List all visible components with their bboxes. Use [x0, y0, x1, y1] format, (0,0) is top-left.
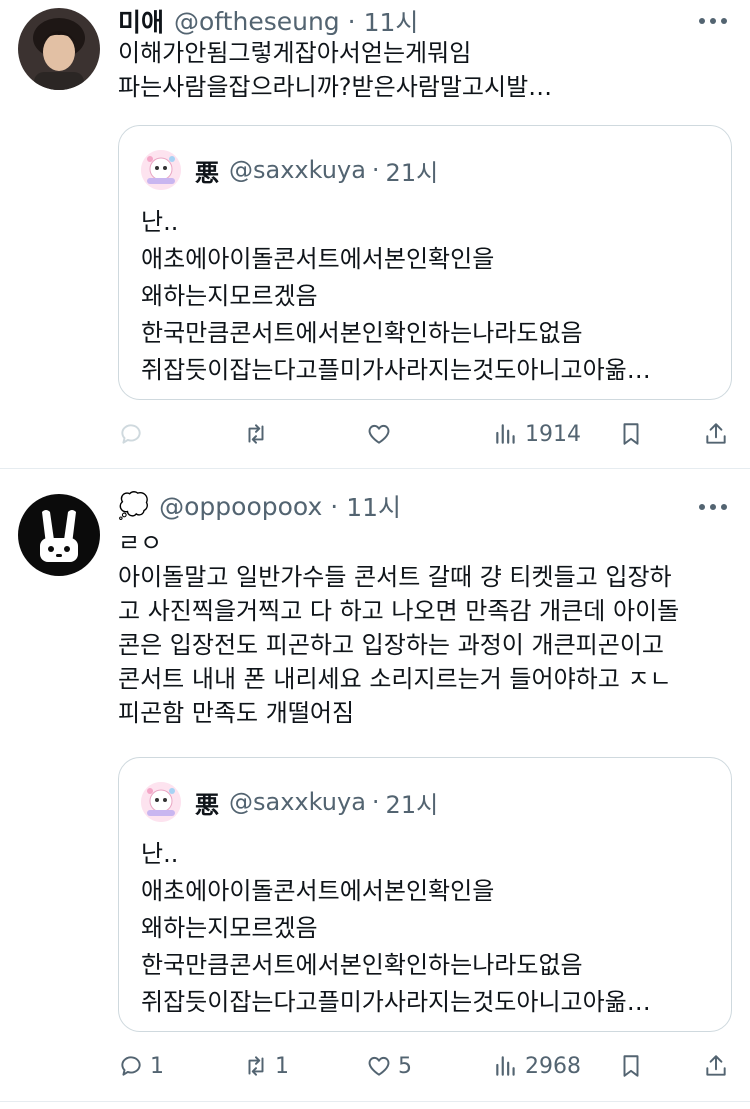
retweet-count: 1	[275, 1053, 289, 1079]
separator-dot: ·	[371, 788, 380, 816]
views-count: 2968	[525, 1053, 581, 1079]
bookmark-button[interactable]	[618, 414, 644, 454]
tweet-text-line: 콘서트 내내 폰 내리세요 소리지르는거 들어야하고 ㅈㄴ	[118, 665, 672, 693]
timestamp[interactable]: 11시	[346, 488, 401, 524]
tweet[interactable]: 💭 @oppoopoox · 11시 ㄹㅇ 아이돌말고 일반가수들 콘서트 갈때…	[0, 468, 750, 1109]
tweet-header: 미애 @oftheseung · 11시	[118, 1, 418, 41]
retweet-button[interactable]	[243, 414, 275, 454]
quoted-tweet[interactable]: 悪 @saxxkuya · 21시 난.. 애초에아이돌콘서트에서본인확인을 왜…	[118, 125, 732, 400]
retweet-icon	[248, 1056, 264, 1076]
author-name[interactable]: 미애	[118, 3, 164, 39]
quote-text-line: 애초에아이돌콘서트에서본인확인을	[141, 877, 495, 905]
reply-icon	[121, 1056, 141, 1076]
author-handle[interactable]: @oppoopoox	[159, 492, 322, 521]
quote-text: 난.. 애초에아이돌콘서트에서본인확인을 왜하는지모르겠음 한국만큼콘서트에서본…	[141, 836, 711, 1021]
author-name[interactable]: 💭	[118, 491, 149, 521]
separator-dot: ·	[330, 491, 339, 521]
more-icon[interactable]	[698, 492, 728, 522]
tweet-text-line: 아이돌말고 일반가수들 콘서트 갈때 걍 티켓들고 입장하	[118, 563, 672, 591]
quote-text-line: 쥐잡듯이잡는다고플미가사라지는것도아니고아옮…	[141, 356, 651, 384]
views-icon	[496, 1056, 515, 1076]
tweet-text: 이해가안됨그렇게잡아서얻는게뭐임 파는사람을잡으라니까?받은사람말고시발…	[118, 36, 733, 104]
tweet-text-line: 이해가안됨그렇게잡아서얻는게뭐임	[118, 39, 472, 67]
more-icon[interactable]	[698, 6, 728, 36]
reply-icon	[121, 424, 141, 444]
retweet-icon	[248, 424, 264, 444]
views-button[interactable]: 1914	[493, 414, 581, 454]
author-handle[interactable]: @oftheseung	[174, 7, 340, 36]
like-button[interactable]	[366, 414, 398, 454]
bookmark-button[interactable]	[618, 1046, 644, 1086]
separator-dot: ·	[371, 156, 380, 184]
quote-header: 悪 @saxxkuya · 21시	[141, 782, 438, 822]
reply-button[interactable]	[118, 414, 150, 454]
separator-dot: ·	[347, 6, 356, 36]
quote-timestamp: 21시	[385, 790, 439, 819]
quote-author-handle: @saxxkuya	[229, 788, 366, 816]
quote-avatar	[141, 782, 181, 822]
tweet-header: 💭 @oppoopoox · 11시	[118, 486, 401, 526]
quote-text-line: 한국만큼콘서트에서본인확인하는나라도없음	[141, 951, 583, 979]
quote-text-line: 한국만큼콘서트에서본인확인하는나라도없음	[141, 319, 583, 347]
tweet-text-line: 파는사람을잡으라니까?받은사람말고시발…	[118, 73, 553, 101]
quote-text-line: 난..	[141, 840, 179, 868]
quote-text-line: 왜하는지모르겠음	[141, 282, 318, 310]
quote-text-line: 난..	[141, 208, 179, 236]
retweet-button[interactable]: 1	[243, 1046, 289, 1086]
quoted-tweet[interactable]: 悪 @saxxkuya · 21시 난.. 애초에아이돌콘서트에서본인확인을 왜…	[118, 757, 732, 1032]
quote-text: 난.. 애초에아이돌콘서트에서본인확인을 왜하는지모르겠음 한국만큼콘서트에서본…	[141, 204, 711, 389]
quote-author-name: 悪	[195, 158, 219, 187]
like-button[interactable]: 5	[366, 1046, 412, 1086]
tweet-text: ㄹㅇ 아이돌말고 일반가수들 콘서트 갈때 걍 티켓들고 입장하 고 사진찍을거…	[118, 526, 733, 730]
tweet-divider	[0, 1101, 750, 1102]
quote-author-handle: @saxxkuya	[229, 156, 366, 184]
heart-icon	[368, 424, 390, 444]
avatar[interactable]	[18, 8, 100, 90]
quote-timestamp: 21시	[385, 158, 439, 187]
heart-icon	[368, 1056, 390, 1076]
tweet-text-line: 콘은 입장전도 피곤하고 입장하는 과정이 개큰피곤이고	[118, 631, 664, 659]
tweet-text-line: ㄹㅇ	[118, 529, 163, 557]
bookmark-icon	[623, 1055, 639, 1077]
action-bar: 1 1 5 2968	[118, 1046, 733, 1086]
views-button[interactable]: 2968	[493, 1046, 581, 1086]
quote-text-line: 왜하는지모르겠음	[141, 914, 318, 942]
reply-button[interactable]: 1	[118, 1046, 164, 1086]
action-bar: 1914	[118, 414, 733, 454]
views-icon	[496, 424, 515, 444]
avatar[interactable]	[18, 494, 100, 576]
share-button[interactable]	[703, 1046, 729, 1086]
reply-count: 1	[150, 1053, 164, 1079]
tweet-text-line: 피곤함 만족도 개떨어짐	[118, 699, 355, 727]
share-icon	[706, 1055, 726, 1076]
like-count: 5	[398, 1053, 412, 1079]
tweet-text-line: 고 사진찍을거찍고 다 하고 나오면 만족감 개큰데 아이돌	[118, 597, 680, 625]
quote-avatar	[141, 150, 181, 190]
quote-text-line: 쥐잡듯이잡는다고플미가사라지는것도아니고아옮…	[141, 988, 651, 1016]
timestamp[interactable]: 11시	[364, 3, 419, 39]
tweet[interactable]: 미애 @oftheseung · 11시 이해가안됨그렇게잡아서얻는게뭐임 파는…	[0, 0, 750, 468]
views-count: 1914	[525, 421, 581, 447]
quote-author-name: 悪	[195, 790, 219, 819]
quote-text-line: 애초에아이돌콘서트에서본인확인을	[141, 245, 495, 273]
quote-header: 悪 @saxxkuya · 21시	[141, 150, 438, 190]
share-icon	[706, 423, 726, 444]
share-button[interactable]	[703, 414, 729, 454]
bookmark-icon	[623, 423, 639, 445]
